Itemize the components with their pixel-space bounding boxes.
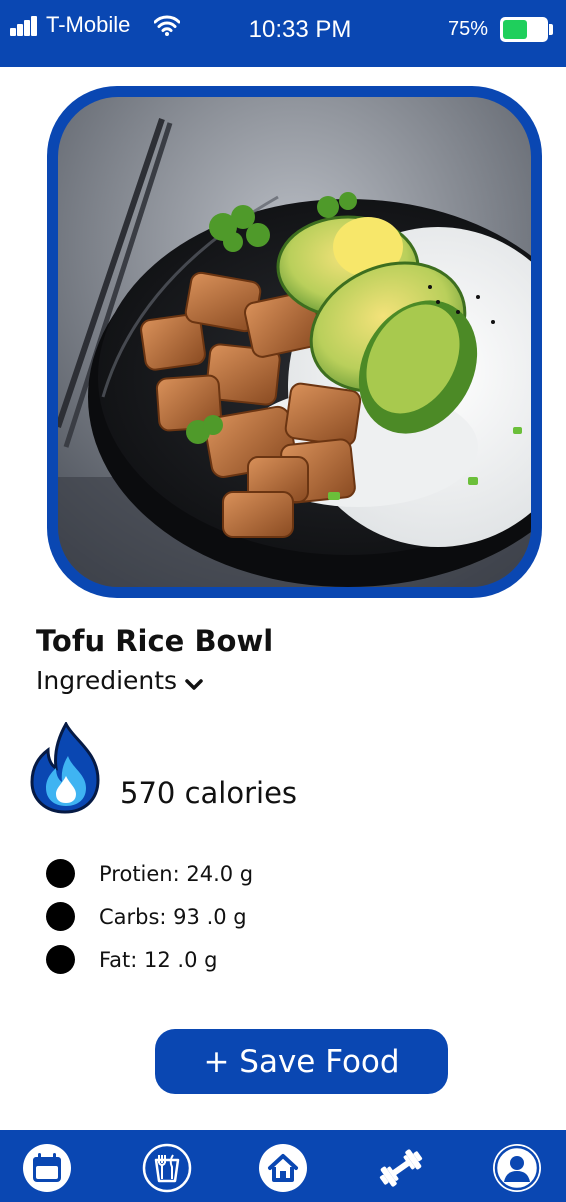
food-title: Tofu Rice Bowl: [36, 624, 274, 658]
tofu-rice-bowl-photo: [58, 97, 531, 587]
macro-fat: Fat: 12 .0 g: [46, 938, 253, 981]
battery-icon: [500, 17, 548, 42]
profile-icon: [493, 1144, 541, 1192]
macro-carbs: Carbs: 93 .0 g: [46, 895, 253, 938]
flame-icon: [30, 722, 100, 814]
ingredients-dropdown[interactable]: Ingredients: [36, 666, 203, 695]
macro-fat-text: Fat: 12 .0 g: [99, 947, 218, 972]
nav-home[interactable]: [258, 1143, 308, 1193]
chevron-down-icon: [185, 678, 203, 690]
battery-level: [503, 20, 527, 39]
food-image-frame: [47, 86, 542, 598]
status-bar: T-Mobile 10:33 PM 75%: [0, 0, 566, 67]
home-icon: [259, 1144, 307, 1192]
battery-percentage: 75%: [448, 18, 489, 40]
battery-nub: [549, 24, 553, 35]
dumbbell-icon: [379, 1149, 423, 1187]
macros-list: Protien: 24.0 g Carbs: 93 .0 g Fat: 12 .…: [46, 852, 253, 981]
calories-value: 570 calories: [120, 776, 298, 810]
nav-calendar[interactable]: [22, 1143, 72, 1193]
bullet-icon: [46, 859, 75, 888]
macro-carbs-text: Carbs: 93 .0 g: [99, 904, 247, 929]
macro-protein-text: Protien: 24.0 g: [99, 861, 254, 886]
bottom-nav: [0, 1130, 566, 1202]
food-image: [58, 97, 531, 587]
nav-meals[interactable]: [142, 1143, 192, 1193]
save-food-button[interactable]: + Save Food: [155, 1029, 448, 1094]
nav-profile[interactable]: [492, 1143, 542, 1193]
ingredients-label: Ingredients: [36, 666, 178, 695]
nav-workouts[interactable]: [376, 1143, 426, 1193]
calendar-icon: [23, 1144, 71, 1192]
bullet-icon: [46, 945, 75, 974]
macro-protein: Protien: 24.0 g: [46, 852, 253, 895]
meal-icon: [142, 1143, 192, 1193]
bullet-icon: [46, 902, 75, 931]
